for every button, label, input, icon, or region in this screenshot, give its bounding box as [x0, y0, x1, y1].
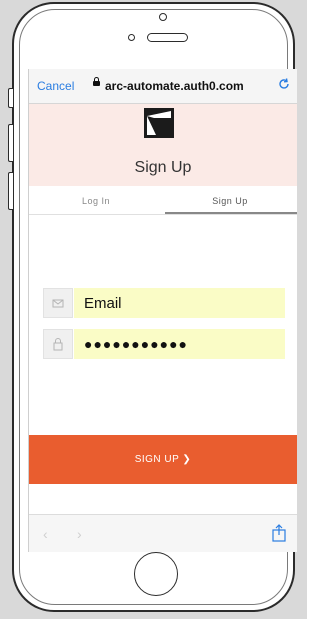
page-title: Sign Up — [134, 159, 192, 176]
home-button[interactable] — [134, 552, 178, 596]
share-icon[interactable] — [272, 524, 286, 547]
lock-icon — [93, 77, 100, 86]
password-input[interactable]: ●●●●●●●●●●● — [74, 329, 285, 359]
screen: Cancel arc-automate.auth0.com Sign Up Lo… — [28, 69, 297, 552]
volume-down-button — [8, 172, 13, 210]
email-field[interactable]: Email — [43, 288, 285, 318]
password-field[interactable]: ●●●●●●●●●●● — [43, 329, 285, 359]
tab-signup[interactable]: Sign Up — [163, 196, 297, 206]
sensor-icon — [128, 34, 135, 41]
volume-up-button — [8, 124, 13, 162]
logo-icon — [144, 108, 174, 138]
auth-header: Sign Up — [29, 104, 297, 186]
url-text[interactable]: arc-automate.auth0.com — [105, 79, 244, 93]
browser-toolbar: ‹ › — [29, 514, 297, 552]
auth-tabs: Log In Sign Up — [29, 187, 297, 215]
reload-icon[interactable] — [277, 77, 291, 94]
cancel-button[interactable]: Cancel — [37, 79, 74, 93]
forward-icon[interactable]: › — [77, 526, 82, 542]
email-input[interactable]: Email — [74, 288, 285, 318]
lock-icon — [43, 329, 73, 359]
sign-up-button[interactable]: SIGN UP ❯ — [29, 435, 297, 484]
speaker-grille — [147, 33, 188, 42]
address-bar: Cancel arc-automate.auth0.com — [29, 69, 297, 104]
mute-switch — [8, 88, 13, 108]
camera-icon — [159, 13, 167, 21]
tab-login[interactable]: Log In — [29, 196, 163, 206]
back-icon[interactable]: ‹ — [43, 526, 48, 542]
envelope-icon — [43, 288, 73, 318]
active-tab-indicator — [165, 212, 297, 214]
